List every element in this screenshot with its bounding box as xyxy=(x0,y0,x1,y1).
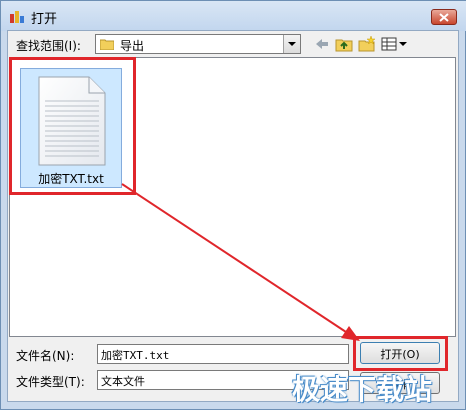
filename-input[interactable]: 加密TXT.txt xyxy=(97,344,349,364)
filename-label: 文件名(N): xyxy=(16,349,75,363)
watermark-logo: 极速下载站 xyxy=(292,373,433,406)
filetype-label: 文件类型(T): xyxy=(16,375,85,389)
highlight-open-box xyxy=(353,336,448,371)
